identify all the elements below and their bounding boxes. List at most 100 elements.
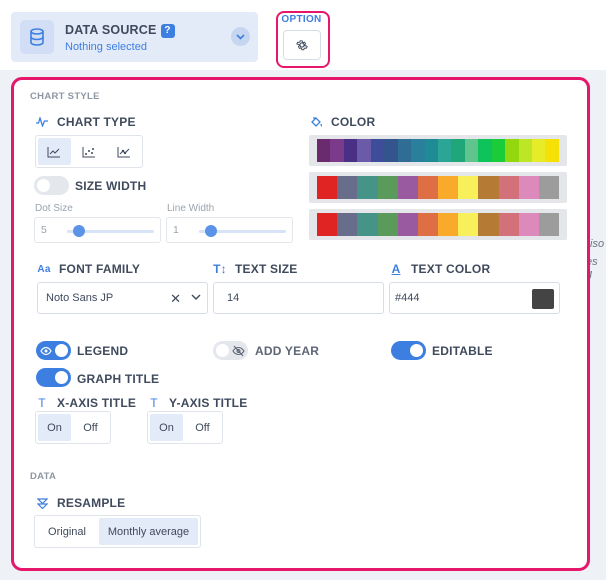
chart-type-selector bbox=[35, 135, 143, 168]
y-axis-title-header: T Y-AXIS TITLE bbox=[147, 396, 247, 410]
color-swatch bbox=[370, 139, 385, 162]
legend-toggle[interactable] bbox=[36, 341, 71, 360]
text-color-value: #444 bbox=[395, 292, 420, 304]
font-family-value: Noto Sans JP bbox=[46, 292, 114, 304]
color-swatch bbox=[538, 213, 560, 236]
data-source-title: DATA SOURCE? bbox=[65, 23, 175, 38]
graph-title-toggle[interactable] bbox=[36, 368, 71, 387]
line-width-label: Line Width bbox=[167, 203, 215, 214]
clear-icon[interactable]: ✕ bbox=[170, 291, 181, 307]
chart-type-line-button[interactable] bbox=[38, 138, 71, 165]
color-swatch bbox=[437, 139, 452, 162]
option-button[interactable] bbox=[283, 30, 321, 60]
color-header: COLOR bbox=[309, 115, 375, 129]
size-width-toggle[interactable] bbox=[34, 176, 69, 195]
text-color-header: A TEXT COLOR bbox=[389, 262, 491, 276]
color-swatch bbox=[377, 213, 398, 236]
color-swatch bbox=[317, 213, 338, 236]
color-swatch bbox=[518, 139, 532, 162]
text-size-icon: T↕ bbox=[213, 262, 227, 276]
chevron-down-icon[interactable] bbox=[191, 291, 201, 306]
section-label-chart-style: CHART STYLE bbox=[30, 91, 100, 102]
x-axis-title-on-button[interactable]: On bbox=[38, 414, 71, 441]
color-swatch bbox=[498, 213, 519, 236]
color-swatch[interactable] bbox=[532, 289, 554, 309]
color-swatch bbox=[424, 139, 438, 162]
color-swatch bbox=[343, 139, 358, 162]
editable-toggle[interactable] bbox=[391, 341, 426, 360]
color-swatch bbox=[384, 139, 398, 162]
color-swatch bbox=[337, 213, 358, 236]
resample-selector: Original Monthly average bbox=[34, 515, 201, 548]
text-icon: T bbox=[38, 396, 46, 410]
paint-bucket-icon bbox=[309, 116, 323, 128]
eye-off-icon bbox=[232, 344, 245, 362]
color-swatch bbox=[505, 139, 519, 162]
color-swatch bbox=[357, 176, 378, 199]
y-axis-title-switch: On Off bbox=[147, 411, 223, 444]
color-swatch bbox=[458, 213, 479, 236]
slider-thumb[interactable] bbox=[73, 225, 85, 237]
color-swatch bbox=[337, 176, 358, 199]
color-swatch bbox=[458, 176, 479, 199]
color-swatch bbox=[491, 139, 506, 162]
color-swatch bbox=[538, 176, 560, 199]
text-color-icon: A bbox=[391, 262, 401, 276]
color-swatch bbox=[532, 139, 546, 162]
color-palette-option[interactable] bbox=[309, 209, 567, 240]
text-size-value: 14 bbox=[227, 292, 240, 304]
toggle-knob bbox=[410, 344, 423, 357]
font-icon: Aa bbox=[37, 263, 51, 275]
color-swatch bbox=[518, 213, 539, 236]
color-swatch bbox=[478, 213, 499, 236]
line-width-slider[interactable]: 1 bbox=[166, 217, 293, 243]
color-palette-option[interactable] bbox=[309, 135, 567, 166]
resample-monthly-average-button[interactable]: Monthly average bbox=[99, 518, 198, 545]
text-size-input[interactable]: 14 bbox=[213, 282, 384, 314]
font-family-select[interactable]: Noto Sans JP ✕ bbox=[37, 282, 208, 314]
data-source-status: Nothing selected bbox=[65, 41, 147, 53]
option-label: OPTION bbox=[281, 14, 322, 25]
dot-size-value: 5 bbox=[41, 224, 47, 236]
x-axis-title-off-button[interactable]: Off bbox=[73, 414, 108, 441]
color-swatch bbox=[397, 213, 418, 236]
color-swatch bbox=[438, 213, 459, 236]
color-palette-option[interactable] bbox=[309, 172, 567, 203]
color-swatch bbox=[417, 213, 439, 236]
y-axis-title-off-button[interactable]: Off bbox=[185, 414, 220, 441]
color-swatch bbox=[397, 176, 418, 199]
background-text-fragment: iso bbox=[590, 238, 605, 250]
resample-icon bbox=[35, 497, 49, 509]
graph-title-label: GRAPH TITLE bbox=[77, 372, 160, 386]
help-icon[interactable]: ? bbox=[160, 24, 175, 38]
color-swatch bbox=[478, 176, 499, 199]
x-axis-title-header: T X-AXIS TITLE bbox=[35, 396, 136, 410]
database-icon bbox=[20, 20, 54, 54]
color-swatch bbox=[317, 176, 338, 199]
toggle-knob bbox=[55, 371, 68, 384]
chart-type-line-points-button[interactable] bbox=[107, 138, 140, 165]
color-swatch bbox=[438, 176, 459, 199]
resample-original-button[interactable]: Original bbox=[37, 518, 97, 545]
color-swatch bbox=[330, 139, 344, 162]
y-axis-title-on-button[interactable]: On bbox=[150, 414, 183, 441]
line-width-value: 1 bbox=[173, 224, 179, 236]
text-icon: T bbox=[150, 396, 158, 410]
chevron-down-icon[interactable] bbox=[231, 27, 250, 46]
line-chart-icon bbox=[47, 146, 61, 157]
legend-label: LEGEND bbox=[77, 344, 129, 358]
data-source-selector[interactable]: DATA SOURCE? Nothing selected bbox=[11, 12, 258, 62]
add-year-toggle[interactable] bbox=[213, 341, 248, 360]
text-color-input[interactable]: #444 bbox=[389, 282, 560, 314]
slider-thumb[interactable] bbox=[205, 225, 217, 237]
color-swatch bbox=[377, 176, 398, 199]
editable-label: EDITABLE bbox=[432, 344, 493, 358]
scatter-chart-icon bbox=[82, 146, 95, 157]
palette-swatches bbox=[317, 176, 560, 199]
palette-swatches bbox=[317, 213, 560, 236]
chart-type-scatter-button[interactable] bbox=[73, 138, 106, 165]
gear-icon bbox=[296, 40, 308, 51]
dot-size-slider[interactable]: 5 bbox=[34, 217, 161, 243]
color-swatch bbox=[545, 139, 559, 162]
dot-size-label: Dot Size bbox=[35, 203, 73, 214]
